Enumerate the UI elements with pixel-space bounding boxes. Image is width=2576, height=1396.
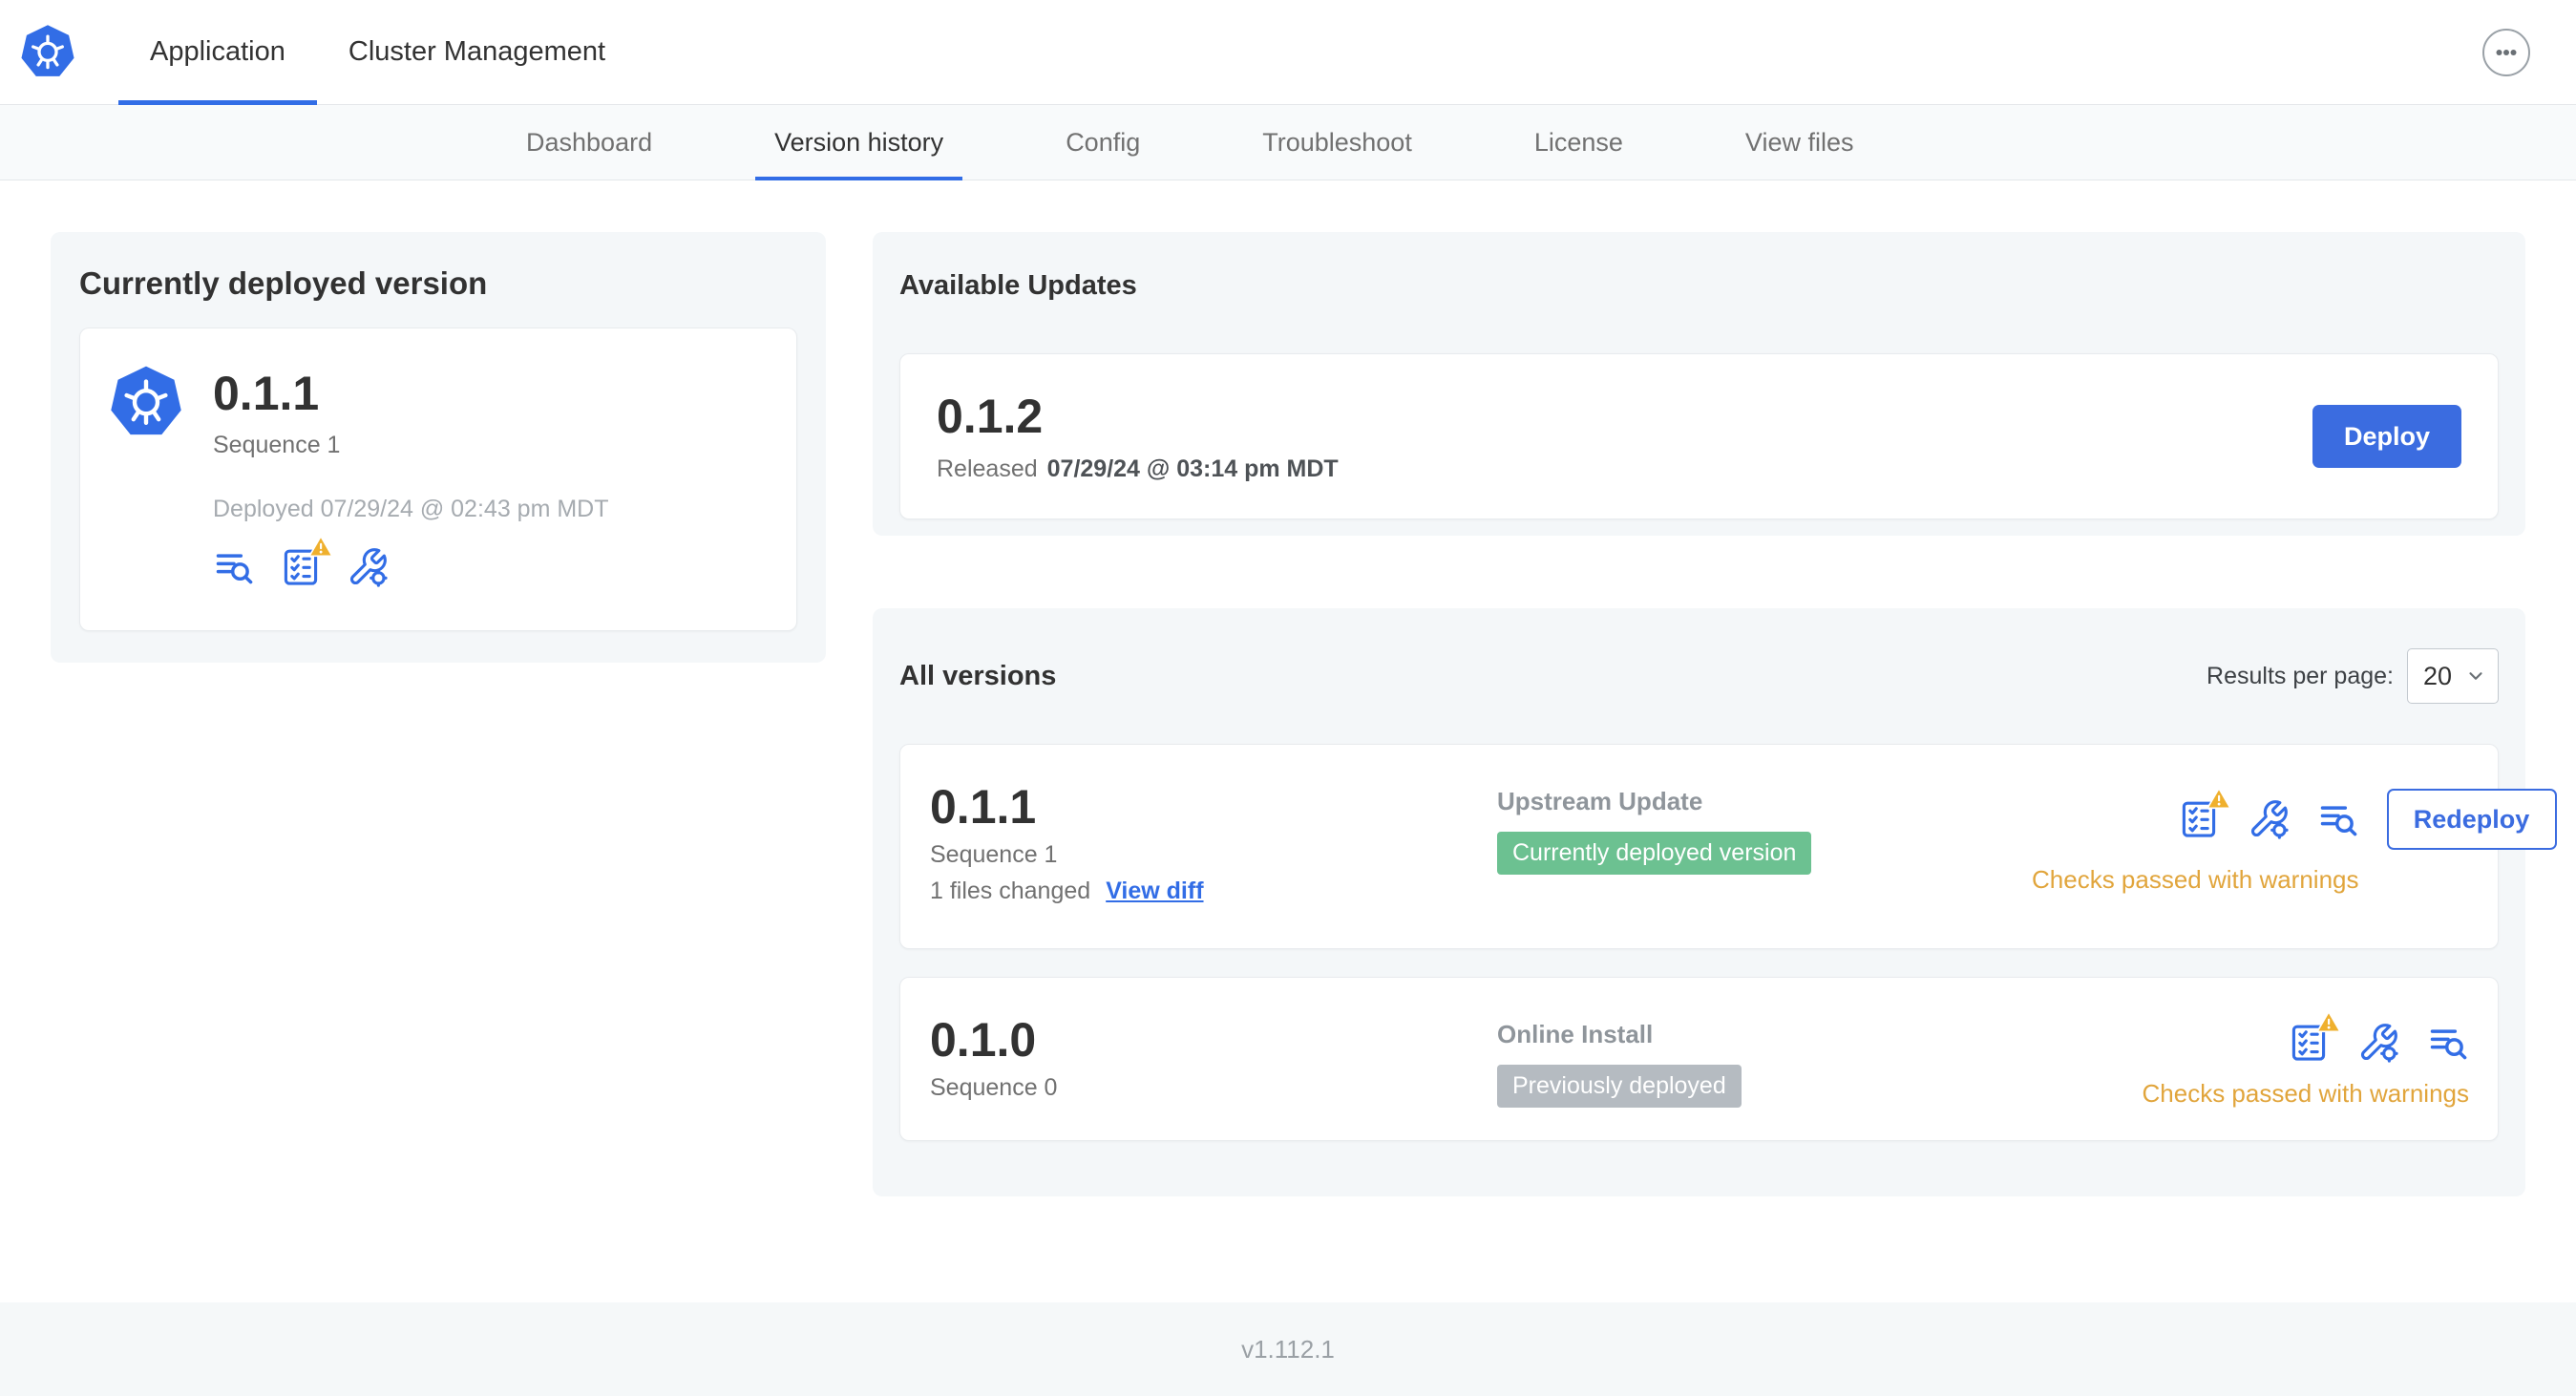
version-actions: Checks passed with warnings <box>2143 1010 2470 1109</box>
all-versions-header: All versions Results per page: 20 <box>899 648 2499 704</box>
kubernetes-app-icon <box>108 365 184 441</box>
source-type-label: Upstream Update <box>1497 787 1703 815</box>
current-version-number: 0.1.1 <box>213 367 320 420</box>
available-updates-card: Available Updates 0.1.2 Released 07/29/24… <box>873 232 2525 536</box>
version-actions: Redeploy Checks passed with warnings <box>2032 787 2557 895</box>
results-per-page-label: Results per page: <box>2206 662 2394 689</box>
ellipsis-icon <box>2496 50 2517 55</box>
source-type-label: Online Install <box>1497 1020 1654 1048</box>
right-column: Available Updates 0.1.2 Released 07/29/24… <box>873 232 2557 1196</box>
subnav-item-config[interactable]: Config <box>1046 105 1159 180</box>
currently-deployed-title: Currently deployed version <box>79 265 488 301</box>
preflight-checks-icon[interactable] <box>280 535 333 588</box>
currently-deployed-card: Currently deployed version 0.1.1 Sequenc… <box>51 232 826 663</box>
checks-status-text[interactable]: Checks passed with warnings <box>2032 865 2359 895</box>
files-changed-text: 1 files changed <box>930 878 1091 904</box>
warning-triangle-icon <box>2206 787 2231 810</box>
checks-status-text[interactable]: Checks passed with warnings <box>2143 1079 2470 1109</box>
version-row-0-1-1: 0.1.1 Sequence 1 1 files changed View di… <box>899 744 2557 949</box>
config-tools-icon[interactable] <box>2357 1022 2399 1064</box>
redeploy-button[interactable]: Redeploy <box>2386 789 2557 850</box>
released-date: 07/29/24 @ 03:14 pm MDT <box>1046 455 1339 482</box>
version-action-icons <box>2178 787 2359 840</box>
tab-application[interactable]: Application <box>118 0 317 105</box>
subnav-item-dashboard[interactable]: Dashboard <box>507 105 671 180</box>
files-changed-line: 1 files changed View diff <box>930 878 1497 905</box>
view-logs-icon[interactable] <box>213 546 255 588</box>
version-info: 0.1.0 Sequence 0 <box>930 1014 1497 1102</box>
more-menu-button[interactable] <box>2482 29 2530 76</box>
subnav-item-troubleshoot[interactable]: Troubleshoot <box>1243 105 1431 180</box>
config-tools-icon[interactable] <box>2248 798 2290 840</box>
primary-tabs: Application Cluster Management <box>118 0 637 105</box>
results-per-page: Results per page: 20 <box>2206 648 2499 704</box>
version-sequence: Sequence 1 <box>930 841 1058 868</box>
results-per-page-value: 20 <box>2423 661 2453 690</box>
kubernetes-logo-icon <box>19 24 76 81</box>
version-sequence: Sequence 0 <box>930 1074 1058 1101</box>
version-row-0-1-0: 0.1.0 Sequence 0 Online Install Previous… <box>899 977 2499 1141</box>
current-version-sequence: Sequence 1 <box>213 432 341 458</box>
version-info: 0.1.1 Sequence 1 1 files changed View di… <box>930 781 1497 905</box>
update-version-number: 0.1.2 <box>937 389 1044 443</box>
results-per-page-select[interactable]: 20 <box>2407 648 2499 704</box>
version-source: Online Install Previously deployed <box>1497 1014 2032 1108</box>
released-label: Released <box>937 455 1038 482</box>
subnav-item-version-history[interactable]: Version history <box>755 105 963 180</box>
version-number: 0.1.0 <box>930 1013 1037 1067</box>
update-released-line: Released 07/29/24 @ 03:14 pm MDT <box>937 455 1339 483</box>
tab-cluster-management[interactable]: Cluster Management <box>317 0 637 104</box>
chevron-down-icon <box>2469 672 2482 680</box>
view-logs-icon[interactable] <box>2317 798 2359 840</box>
all-versions-card: All versions Results per page: 20 0.1.1 … <box>873 608 2557 1196</box>
status-badge: Currently deployed version <box>1497 832 1812 875</box>
preflight-checks-icon[interactable] <box>2288 1010 2341 1064</box>
warning-triangle-icon <box>308 535 333 558</box>
left-column: Currently deployed version 0.1.1 Sequenc… <box>51 232 826 663</box>
main-content: Currently deployed version 0.1.1 Sequenc… <box>0 180 2576 1196</box>
current-version-actions <box>213 535 764 588</box>
subnav-item-view-files[interactable]: View files <box>1726 105 1873 180</box>
app-subnav: Dashboard Version history Config Trouble… <box>0 105 2576 180</box>
view-diff-link[interactable]: View diff <box>1106 878 1203 905</box>
available-updates-title: Available Updates <box>899 270 1137 301</box>
deploy-button[interactable]: Deploy <box>2312 405 2461 468</box>
available-update-row: 0.1.2 Released 07/29/24 @ 03:14 pm MDT De… <box>899 353 2499 519</box>
version-source: Upstream Update Currently deployed versi… <box>1497 781 2032 875</box>
current-version-box: 0.1.1 Sequence 1 Deployed 07/29/24 @ 02:… <box>79 328 797 631</box>
all-versions-title: All versions <box>899 660 1057 691</box>
warning-triangle-icon <box>2316 1010 2341 1033</box>
preflight-checks-icon[interactable] <box>2178 787 2231 840</box>
version-number: 0.1.1 <box>930 780 1037 834</box>
current-version-deployed-date: Deployed 07/29/24 @ 02:43 pm MDT <box>213 496 609 522</box>
view-logs-icon[interactable] <box>2427 1022 2469 1064</box>
version-action-icons <box>2288 1010 2469 1064</box>
app-footer: v1.112.1 <box>0 1302 2576 1396</box>
status-badge: Previously deployed <box>1497 1065 1742 1108</box>
config-tools-icon[interactable] <box>347 546 389 588</box>
update-info: 0.1.2 Released 07/29/24 @ 03:14 pm MDT <box>937 391 1339 483</box>
top-navbar: Application Cluster Management <box>0 0 2576 105</box>
subnav-item-license[interactable]: License <box>1515 105 1642 180</box>
console-version: v1.112.1 <box>1241 1334 1335 1364</box>
